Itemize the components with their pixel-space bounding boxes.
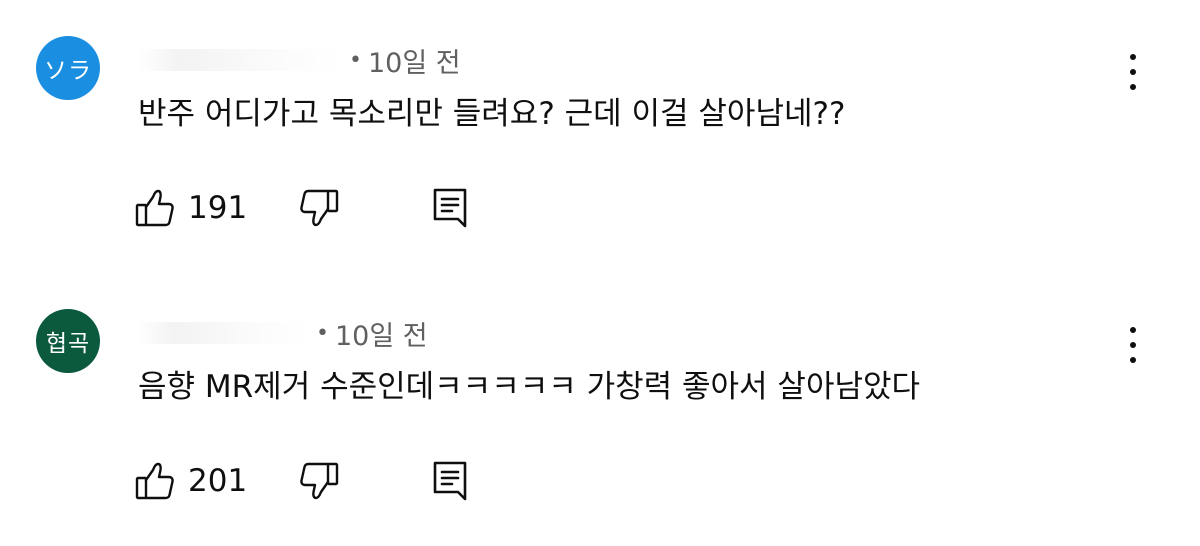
reply-icon [430, 186, 470, 230]
thumbs-up-icon [134, 187, 176, 229]
author-name-redacted[interactable] [138, 322, 310, 344]
avatar-initials: 협곡 [45, 331, 91, 357]
comment-text: 반주 어디가고 목소리만 들려요? 근데 이걸 살아남네?? [138, 96, 846, 132]
comment-header: • 10일 전 [138, 40, 461, 80]
comment-header: • 10일 전 [138, 313, 428, 353]
like-button[interactable]: 201 [134, 460, 278, 502]
author-name-redacted[interactable] [138, 49, 343, 71]
like-button[interactable]: 191 [134, 187, 278, 229]
comment-text: 음향 MR제거 수준인데ㅋㅋㅋㅋㅋ 가창력 좋아서 살아남았다 [138, 369, 921, 405]
more-vert-icon[interactable] [1114, 323, 1152, 367]
dislike-button[interactable] [298, 187, 340, 229]
like-count: 201 [188, 463, 248, 499]
reply-button[interactable] [430, 459, 470, 503]
avatar[interactable]: ソラ [36, 36, 100, 100]
avatar-initials: ソラ [44, 58, 92, 84]
reply-icon [430, 459, 470, 503]
comment-actions: 191 [134, 183, 470, 233]
dislike-button[interactable] [298, 460, 340, 502]
comment-actions: 201 [134, 456, 470, 506]
like-count: 191 [188, 190, 248, 226]
reply-button[interactable] [430, 186, 470, 230]
separator-dot: • [349, 47, 362, 73]
avatar[interactable]: 협곡 [36, 309, 100, 373]
thumbs-down-icon [298, 187, 340, 229]
comment-timestamp[interactable]: 10일 전 [368, 41, 461, 80]
comment-timestamp[interactable]: 10일 전 [335, 314, 428, 353]
thumbs-down-icon [298, 460, 340, 502]
separator-dot: • [316, 320, 329, 346]
thumbs-up-icon [134, 460, 176, 502]
more-vert-icon[interactable] [1114, 50, 1152, 94]
